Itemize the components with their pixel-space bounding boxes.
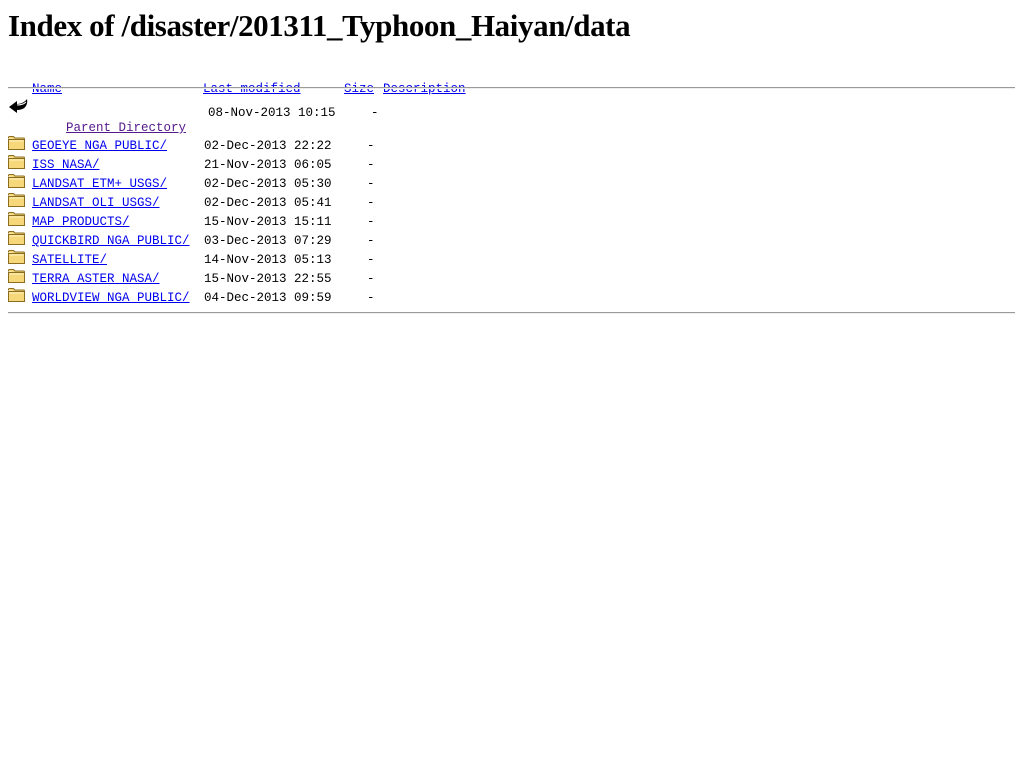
folder-modified: 14-Nov-2013 05:13 bbox=[204, 253, 332, 267]
column-header-description-wrapper: Description bbox=[368, 67, 466, 97]
folder-link-wrapper: LANDSAT_OLI_USGS/ bbox=[32, 196, 160, 211]
folder-size: - bbox=[367, 291, 375, 305]
table-row: GEOEYE_NGA_PUBLIC/02-Dec-2013 22:22 - bbox=[0, 136, 1024, 154]
folder-icon[interactable] bbox=[8, 269, 25, 283]
parent-directory-modified: 08-Nov-2013 10:15 bbox=[208, 106, 336, 120]
page-title: Index of /disaster/201311_Typhoon_Haiyan… bbox=[8, 8, 631, 43]
folder-link-wrapper: WORLDVIEW_NGA_PUBLIC/ bbox=[32, 291, 190, 306]
folder-link[interactable]: SATELLITE/ bbox=[32, 253, 107, 267]
column-header-name[interactable]: Name bbox=[32, 82, 62, 96]
folder-size: - bbox=[367, 272, 375, 286]
table-row: WORLDVIEW_NGA_PUBLIC/04-Dec-2013 09:59 - bbox=[0, 288, 1024, 306]
table-row: SATELLITE/14-Nov-2013 05:13 - bbox=[0, 250, 1024, 268]
parent-directory-row: Parent Directory 08-Nov-2013 10:15 - bbox=[0, 96, 1024, 135]
folder-icon[interactable] bbox=[8, 250, 25, 264]
folder-icon[interactable] bbox=[8, 288, 25, 302]
folder-size: - bbox=[367, 196, 375, 210]
folder-link-wrapper: ISS_NASA/ bbox=[32, 158, 100, 173]
table-row: QUICKBIRD_NGA_PUBLIC/03-Dec-2013 07:29 - bbox=[0, 231, 1024, 249]
column-header-name-wrapper: Name bbox=[17, 67, 62, 97]
folder-size: - bbox=[367, 177, 375, 191]
folder-size: - bbox=[367, 253, 375, 267]
folder-link-wrapper: QUICKBIRD_NGA_PUBLIC/ bbox=[32, 234, 190, 249]
folder-link-wrapper: GEOEYE_NGA_PUBLIC/ bbox=[32, 139, 167, 154]
folder-link-wrapper: MAP_PRODUCTS/ bbox=[32, 215, 130, 230]
folder-link[interactable]: GEOEYE_NGA_PUBLIC/ bbox=[32, 139, 167, 153]
folder-size: - bbox=[367, 215, 375, 229]
column-header-description[interactable]: Description bbox=[383, 82, 466, 96]
folder-modified: 02-Dec-2013 22:22 bbox=[204, 139, 332, 153]
folder-modified: 15-Nov-2013 15:11 bbox=[204, 215, 332, 229]
table-row: LANDSAT_OLI_USGS/02-Dec-2013 05:41 - bbox=[0, 193, 1024, 211]
folder-icon[interactable] bbox=[8, 136, 25, 150]
folder-link[interactable]: LANDSAT_OLI_USGS/ bbox=[32, 196, 160, 210]
folder-icon[interactable] bbox=[8, 155, 25, 169]
folder-size: - bbox=[367, 139, 375, 153]
back-arrow-icon[interactable] bbox=[8, 96, 30, 116]
folder-modified: 15-Nov-2013 22:55 bbox=[204, 272, 332, 286]
table-row: TERRA_ASTER_NASA/15-Nov-2013 22:55 - bbox=[0, 269, 1024, 287]
folder-modified: 21-Nov-2013 06:05 bbox=[204, 158, 332, 172]
folder-link-wrapper: TERRA_ASTER_NASA/ bbox=[32, 272, 160, 287]
folder-link[interactable]: TERRA_ASTER_NASA/ bbox=[32, 272, 160, 286]
folder-size: - bbox=[367, 158, 375, 172]
folder-link-wrapper: LANDSAT_ETM+_USGS/ bbox=[32, 177, 167, 192]
folder-size: - bbox=[367, 234, 375, 248]
table-row: ISS_NASA/21-Nov-2013 06:05 - bbox=[0, 155, 1024, 173]
parent-directory-link[interactable]: Parent Directory bbox=[66, 121, 186, 135]
folder-link[interactable]: ISS_NASA/ bbox=[32, 158, 100, 172]
folder-link[interactable]: MAP_PRODUCTS/ bbox=[32, 215, 130, 229]
folder-link[interactable]: WORLDVIEW_NGA_PUBLIC/ bbox=[32, 291, 190, 305]
header-divider bbox=[8, 87, 1015, 89]
folder-modified: 03-Dec-2013 07:29 bbox=[204, 234, 332, 248]
folder-icon[interactable] bbox=[8, 231, 25, 245]
folder-link[interactable]: QUICKBIRD_NGA_PUBLIC/ bbox=[32, 234, 190, 248]
folder-icon[interactable] bbox=[8, 193, 25, 207]
folder-link[interactable]: LANDSAT_ETM+_USGS/ bbox=[32, 177, 167, 191]
column-header-modified-wrapper: Last modified bbox=[188, 67, 301, 97]
folder-link-wrapper: SATELLITE/ bbox=[32, 253, 107, 268]
column-header-last-modified[interactable]: Last modified bbox=[203, 82, 301, 96]
folder-icon[interactable] bbox=[8, 174, 25, 188]
table-row: MAP_PRODUCTS/15-Nov-2013 15:11 - bbox=[0, 212, 1024, 230]
folder-modified: 02-Dec-2013 05:30 bbox=[204, 177, 332, 191]
folder-modified: 02-Dec-2013 05:41 bbox=[204, 196, 332, 210]
footer-divider bbox=[8, 312, 1015, 314]
table-row: LANDSAT_ETM+_USGS/02-Dec-2013 05:30 - bbox=[0, 174, 1024, 192]
folder-modified: 04-Dec-2013 09:59 bbox=[204, 291, 332, 305]
folder-icon[interactable] bbox=[8, 212, 25, 226]
parent-directory-size: - bbox=[371, 106, 379, 120]
